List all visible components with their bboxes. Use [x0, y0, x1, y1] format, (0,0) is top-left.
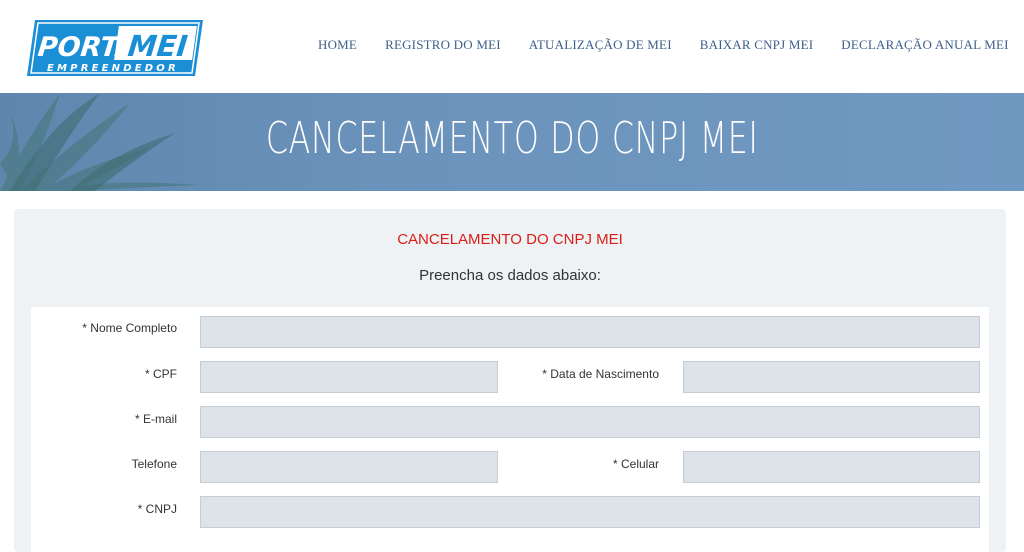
cpf-label: * CPF [144, 367, 177, 381]
form-title: CANCELAMENTO DO CNPJ MEI [397, 231, 623, 248]
nome-completo-label: * Nome Completo [82, 321, 177, 335]
logo-word-mei: MEI [126, 29, 189, 63]
form-panel: CANCELAMENTO DO CNPJ MEI Preencha os dad… [14, 209, 1006, 552]
nav-atualizacao-de-mei[interactable]: ATUALIZAÇÃO DE MEI [529, 37, 672, 53]
data-nascimento-label: * Data de Nascimento [542, 367, 659, 381]
cnpj-label: * CNPJ [137, 502, 177, 516]
cpf-input[interactable] [200, 361, 498, 393]
celular-input[interactable] [683, 451, 980, 483]
celular-label: * Celular [612, 457, 659, 471]
nav-registro-do-mei[interactable]: REGISTRO DO MEI [385, 37, 501, 53]
main-nav: HOME REGISTRO DO MEI ATUALIZAÇÃO DE MEI … [318, 37, 1009, 53]
form-box: * Nome Completo * CPF * Data de Nascimen… [31, 307, 989, 552]
site-header: PORTAL MEI EMPREENDEDOR HOME REGISTRO DO… [0, 0, 1024, 93]
page-banner: CANCELAMENTO DO CNPJ MEI [0, 93, 1024, 191]
data-nascimento-input[interactable] [683, 361, 980, 393]
email-input[interactable] [200, 406, 980, 438]
telefone-input[interactable] [200, 451, 498, 483]
portal-mei-logo[interactable]: PORTAL MEI EMPREENDEDOR [27, 18, 205, 78]
email-label: * E-mail [134, 412, 177, 426]
logo-tagline: EMPREENDEDOR [47, 63, 179, 74]
nome-completo-input[interactable] [200, 316, 980, 348]
telefone-label: Telefone [131, 457, 177, 471]
cnpj-input[interactable] [200, 496, 980, 528]
nav-home[interactable]: HOME [318, 37, 357, 53]
nav-baixar-cnpj-mei[interactable]: BAIXAR CNPJ MEI [700, 37, 814, 53]
banner-title-wrap: CANCELAMENTO DO CNPJ MEI [0, 113, 1024, 164]
banner-title: CANCELAMENTO DO CNPJ MEI [265, 113, 759, 164]
form-subtitle: Preencha os dados abaixo: [419, 267, 601, 284]
nav-declaracao-anual-mei[interactable]: DECLARAÇÃO ANUAL MEI [841, 37, 1008, 53]
